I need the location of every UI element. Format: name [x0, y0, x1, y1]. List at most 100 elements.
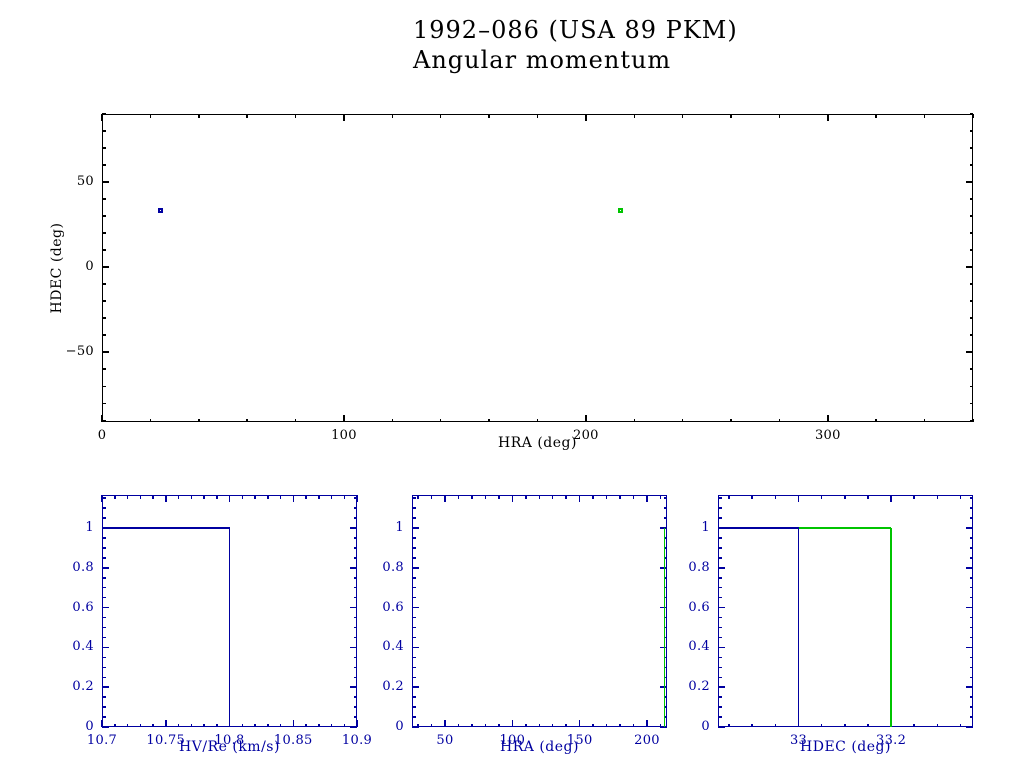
axis-tick	[343, 723, 345, 727]
axis-tick	[484, 723, 487, 727]
axis-tick	[102, 706, 106, 708]
axis-tick	[102, 497, 106, 499]
y-tick-label: 0	[395, 719, 404, 734]
axis-tick	[718, 716, 722, 718]
axis-tick	[969, 147, 973, 149]
axis-tick	[353, 537, 357, 539]
axis-tick	[797, 495, 800, 502]
axis-tick	[969, 130, 973, 132]
axis-tick	[353, 497, 357, 499]
axis-tick	[966, 686, 973, 688]
axis-tick	[126, 723, 129, 727]
axis-tick	[412, 706, 416, 708]
axis-tick	[241, 723, 243, 727]
axis-tick	[102, 646, 109, 649]
axis-tick	[241, 495, 243, 499]
y-tick-label: 0.4	[688, 639, 710, 655]
hra-histogram-frame	[412, 495, 667, 727]
axis-tick	[969, 249, 973, 251]
axis-tick	[412, 497, 416, 499]
axis-tick	[536, 114, 539, 118]
axis-tick	[718, 626, 722, 629]
y-tick-label: 0.4	[72, 639, 94, 655]
axis-tick	[718, 537, 722, 539]
axis-tick	[923, 114, 926, 118]
axis-tick	[412, 686, 419, 688]
axis-tick	[966, 567, 973, 569]
green-hdec-histogram-segment	[798, 527, 892, 529]
axis-tick	[966, 181, 973, 183]
x-tick-label: 200	[573, 428, 599, 443]
axis-tick	[718, 567, 725, 569]
axis-tick	[102, 517, 106, 519]
blue-angular-momentum-point	[157, 208, 163, 214]
axis-tick	[718, 646, 725, 649]
axis-tick	[718, 606, 725, 609]
axis-tick	[718, 656, 722, 659]
axis-tick	[353, 656, 357, 659]
x-tick-label: 300	[814, 428, 841, 443]
axis-tick	[969, 586, 973, 589]
axis-tick	[102, 300, 106, 302]
axis-tick	[969, 656, 973, 659]
main-scatter-frame	[102, 114, 973, 422]
axis-tick	[417, 495, 419, 499]
axis-tick	[102, 726, 109, 728]
axis-tick	[969, 557, 973, 559]
axis-tick	[102, 567, 109, 569]
hdec-x-axis-label: HDEC (deg)	[800, 739, 891, 755]
axis-tick	[353, 557, 357, 559]
axis-tick	[827, 114, 829, 121]
axis-tick	[663, 507, 667, 509]
y-tick-label: 0.6	[72, 599, 94, 615]
axis-tick	[936, 723, 939, 727]
axis-tick	[663, 497, 667, 499]
axis-tick	[966, 726, 973, 728]
y-tick-label: 0.8	[688, 559, 710, 575]
x-tick-label: 33.2	[876, 733, 907, 748]
axis-tick	[471, 723, 473, 727]
axis-tick	[728, 723, 730, 727]
axis-tick	[102, 666, 106, 669]
axis-tick	[718, 636, 722, 639]
axis-tick	[305, 723, 307, 727]
axis-tick	[681, 418, 684, 422]
x-tick-label: 10.7	[86, 733, 118, 748]
axis-tick	[844, 495, 846, 499]
axis-tick	[969, 385, 973, 387]
axis-tick	[102, 586, 106, 589]
axis-tick	[718, 686, 725, 688]
axis-tick	[412, 537, 416, 539]
axis-tick	[102, 283, 106, 285]
axis-tick	[216, 723, 218, 727]
axis-tick	[102, 266, 109, 268]
axis-tick	[498, 723, 500, 727]
axis-tick	[254, 495, 256, 499]
axis-tick	[751, 495, 753, 499]
axis-tick	[488, 418, 490, 422]
axis-tick	[412, 557, 416, 559]
axis-tick	[966, 646, 973, 649]
axis-tick	[412, 716, 416, 718]
axis-tick	[102, 334, 106, 336]
axis-tick	[353, 716, 357, 718]
axis-tick	[412, 606, 419, 609]
y-tick-label: 0.2	[688, 679, 710, 695]
axis-tick	[177, 723, 180, 727]
axis-tick	[412, 517, 416, 519]
axis-tick	[969, 419, 973, 422]
axis-tick	[718, 616, 722, 619]
axis-tick	[102, 215, 106, 217]
axis-tick	[102, 686, 109, 688]
axis-tick	[412, 586, 416, 589]
axis-tick	[718, 497, 722, 499]
axis-tick	[923, 418, 926, 422]
axis-tick	[198, 418, 200, 422]
axis-tick	[966, 606, 973, 609]
axis-tick	[412, 656, 416, 659]
axis-tick	[417, 723, 419, 727]
axis-tick	[102, 596, 106, 599]
axis-tick	[578, 720, 581, 727]
axis-tick	[913, 495, 915, 499]
axis-tick	[632, 495, 635, 499]
